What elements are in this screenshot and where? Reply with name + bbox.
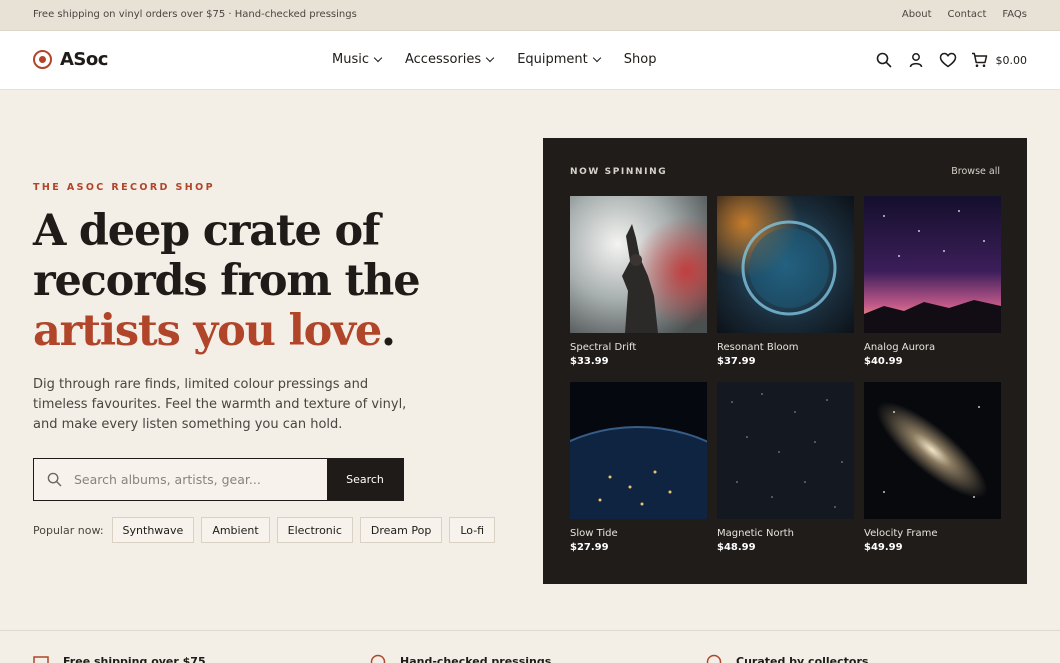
- record-card[interactable]: Resonant Bloom $37.99: [717, 196, 854, 367]
- record-title: Analog Aurora: [864, 342, 936, 353]
- record-card[interactable]: Magnetic North $48.99: [717, 382, 854, 553]
- site-header: ASoc Music Accessories Equipment Shop $0…: [0, 31, 1060, 90]
- hero-description: Dig through rare finds, limited colour p…: [33, 377, 407, 432]
- record-title: Spectral Drift: [570, 342, 637, 353]
- faqs-link[interactable]: FAQs: [1002, 9, 1027, 20]
- nav-equipment[interactable]: Equipment: [517, 52, 602, 67]
- headline-accent: artists you love: [33, 306, 382, 356]
- record-price: $49.99: [864, 542, 903, 553]
- album-cover: [717, 382, 854, 519]
- hero-eyebrow: THE ASOC RECORD SHOP: [33, 182, 215, 193]
- tag-dream-pop[interactable]: Dream Pop: [359, 517, 443, 543]
- announcement-bar: Free shipping on vinyl orders over $75 ·…: [0, 0, 1060, 31]
- popular-label: Popular now:: [33, 523, 104, 537]
- panel-title: NOW SPINNING: [570, 167, 668, 177]
- nav-equipment-label: Equipment: [517, 52, 588, 67]
- feature-strip: Free shipping over $75 Hand-checked pres…: [0, 630, 1060, 663]
- album-cover: [717, 196, 854, 333]
- record-logo-icon: [33, 50, 52, 69]
- album-cover: [570, 382, 707, 519]
- record-card[interactable]: Velocity Frame $49.99: [864, 382, 1001, 553]
- headline-line-1: A deep crate of: [33, 206, 380, 256]
- chevron-down-icon: [592, 53, 602, 62]
- chevron-down-icon: [373, 53, 383, 62]
- brand-logo[interactable]: ASoc: [33, 49, 108, 70]
- record-title: Slow Tide: [570, 528, 618, 539]
- utility-links: About Contact FAQs: [902, 9, 1027, 20]
- nav-shop[interactable]: Shop: [624, 52, 657, 67]
- nav-music-label: Music: [332, 52, 369, 67]
- search-icon[interactable]: [875, 51, 893, 69]
- search-icon: [34, 459, 74, 500]
- record-price: $40.99: [864, 356, 903, 367]
- feature-label: Free shipping over $75: [63, 654, 206, 663]
- header-actions: $0.00: [875, 51, 1028, 69]
- tag-electronic[interactable]: Electronic: [276, 517, 353, 543]
- contact-link[interactable]: Contact: [948, 9, 987, 20]
- feature-item: Hand-checked pressings: [370, 653, 551, 663]
- tag-ambient[interactable]: Ambient: [201, 517, 270, 543]
- record-price: $48.99: [717, 542, 756, 553]
- tag-synthwave[interactable]: Synthwave: [111, 517, 195, 543]
- nav-shop-label: Shop: [623, 52, 657, 67]
- nav-accessories-label: Accessories: [405, 52, 482, 67]
- collector-icon: [706, 654, 722, 663]
- headline-period: .: [381, 306, 396, 356]
- now-spinning-panel: NOW SPINNING Browse all Spectral Drift $…: [543, 138, 1027, 584]
- about-link[interactable]: About: [902, 9, 932, 20]
- account-icon[interactable]: [907, 51, 925, 69]
- album-cover: [864, 382, 1001, 519]
- record-card[interactable]: Analog Aurora $40.99: [864, 196, 1001, 367]
- main-nav: Music Accessories Equipment Shop: [332, 52, 656, 67]
- headline-line-2: records from the: [33, 256, 421, 306]
- feature-item: Free shipping over $75: [33, 653, 206, 663]
- tag-lo-fi[interactable]: Lo-fi: [449, 517, 496, 543]
- record-price: $27.99: [570, 542, 609, 553]
- search-input[interactable]: [74, 459, 327, 500]
- record-title: Velocity Frame: [864, 528, 938, 539]
- chevron-down-icon: [485, 53, 495, 62]
- feature-label: Hand-checked pressings: [400, 654, 552, 663]
- hero-headline: A deep crate of records from the artists…: [33, 206, 493, 356]
- cart-total: $0.00: [995, 53, 1028, 67]
- browse-all-link[interactable]: Browse all: [951, 166, 1000, 177]
- record-card[interactable]: Spectral Drift $33.99: [570, 196, 707, 367]
- brand-name: ASoc: [60, 49, 108, 70]
- nav-music[interactable]: Music: [332, 52, 383, 67]
- feature-label: Curated by collectors: [736, 654, 869, 663]
- record-price: $37.99: [717, 356, 756, 367]
- feature-item: Curated by collectors: [706, 653, 868, 663]
- album-cover: [864, 196, 1001, 333]
- record-title: Magnetic North: [717, 528, 794, 539]
- popular-tags: Popular now: Synthwave Ambient Electroni…: [33, 517, 496, 543]
- nav-accessories[interactable]: Accessories: [405, 52, 495, 67]
- heart-icon[interactable]: [939, 51, 957, 69]
- album-cover: [570, 196, 707, 333]
- shipping-icon: [33, 656, 49, 663]
- cart-button[interactable]: $0.00: [971, 52, 1028, 68]
- record-price: $33.99: [570, 356, 609, 367]
- record-title: Resonant Bloom: [717, 342, 799, 353]
- promo-text: Free shipping on vinyl orders over $75 ·…: [33, 9, 357, 20]
- check-badge-icon: [370, 654, 386, 663]
- record-card[interactable]: Slow Tide $27.99: [570, 382, 707, 553]
- cart-icon: [971, 52, 987, 67]
- search-bar: Search: [33, 458, 404, 501]
- search-button[interactable]: Search: [327, 459, 403, 500]
